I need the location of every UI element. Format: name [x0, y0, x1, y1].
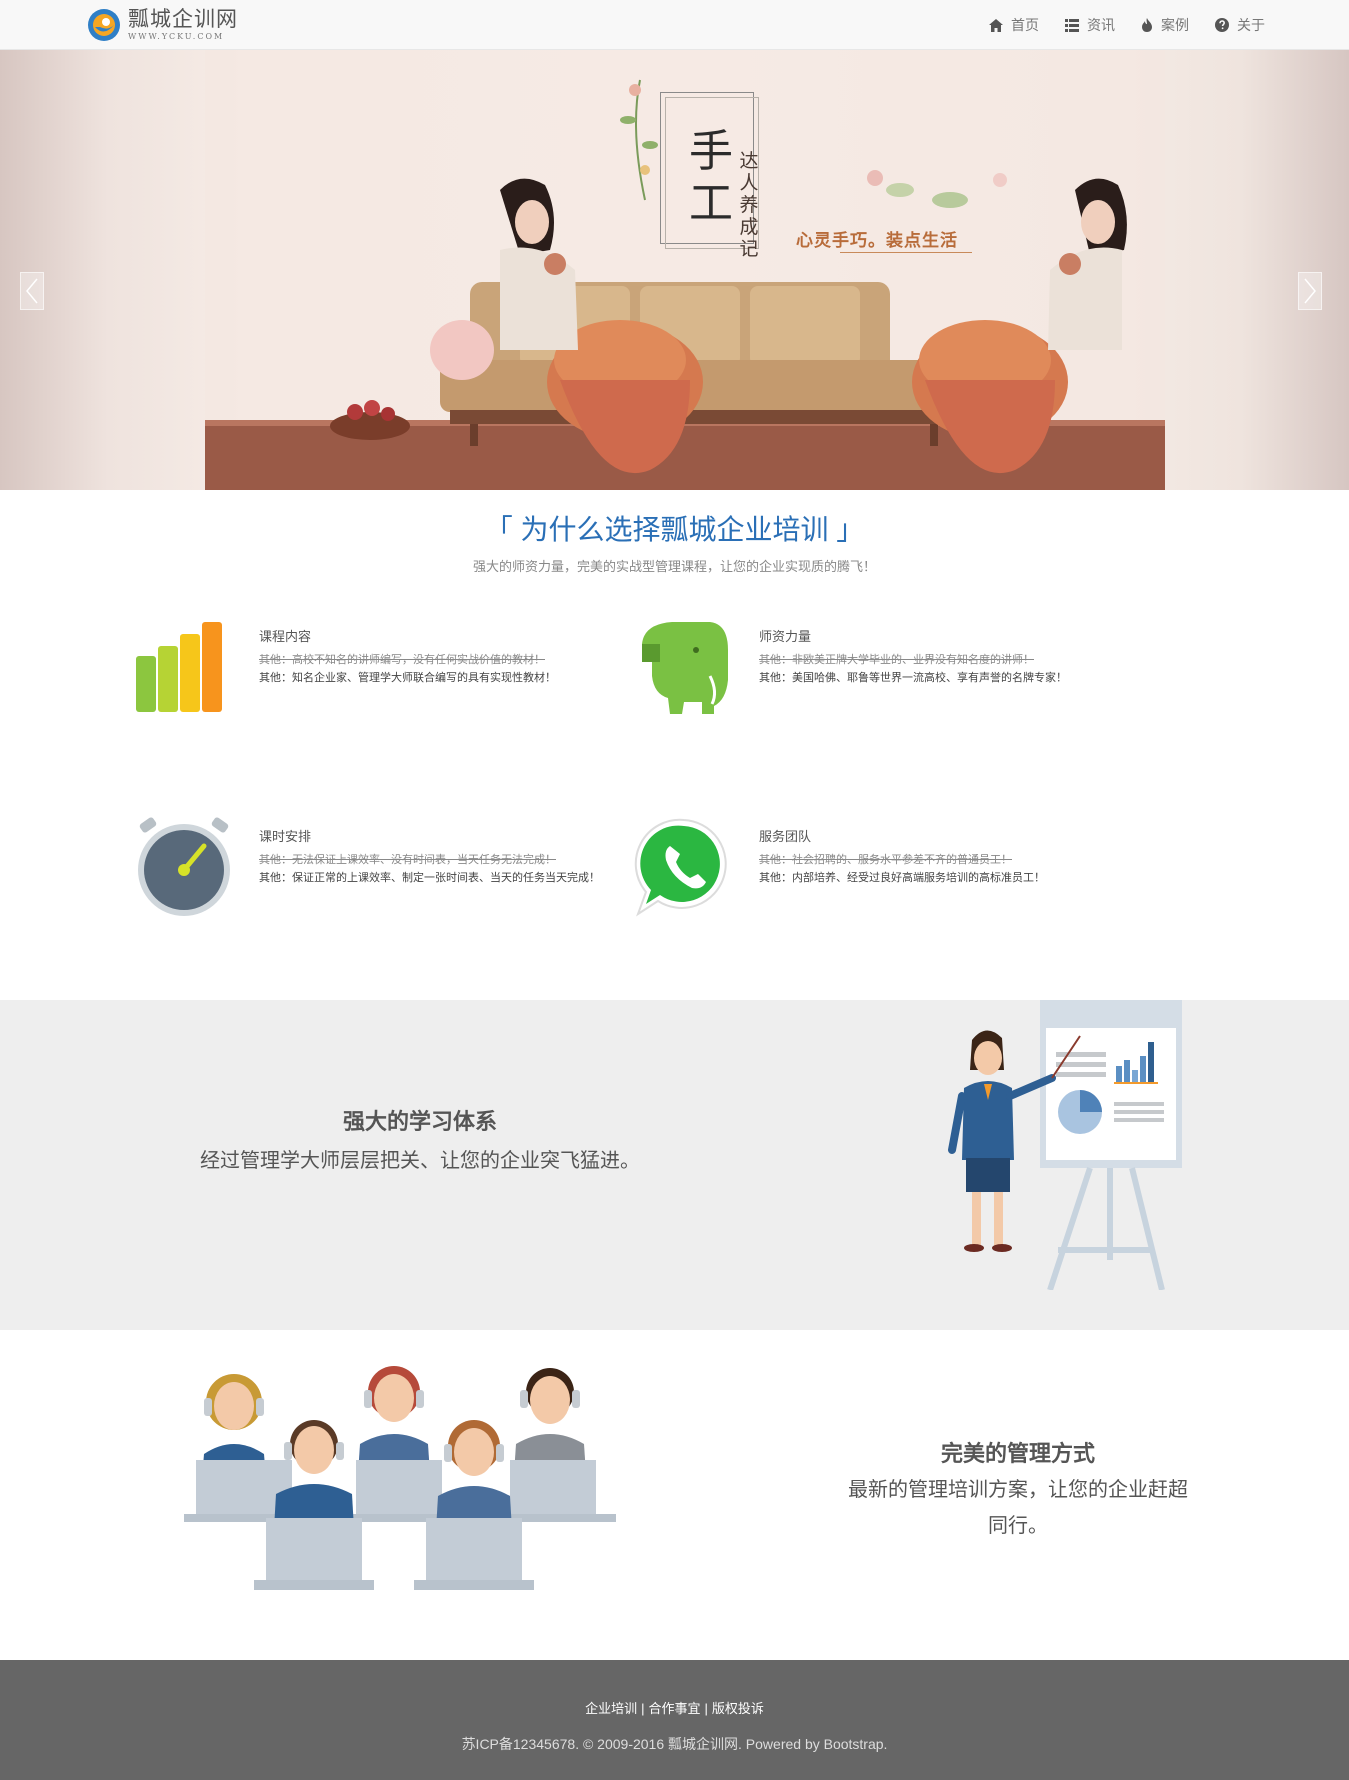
feature-desc: 其他：内部培养、经受过良好高端服务培训的高标准员工！ [759, 872, 1045, 884]
footer-separator: | [704, 1701, 708, 1716]
bar-chart-icon [136, 622, 222, 712]
feature-service-team: 服务团队 其他：社会招聘的、服务水平参差不齐的普通员工！ 其他：内部培养、经受过… [632, 816, 1112, 926]
footer-link-training[interactable]: 企业培训 [585, 1701, 637, 1716]
hero-carousel: 手工 达人养成记 心灵手巧。装点生活 [0, 50, 1349, 490]
feature-desc: 其他：美国哈佛、耶鲁等世界一流高校、享有声誉的名牌专家！ [759, 672, 1067, 684]
nav-label-cases: 案例 [1161, 17, 1189, 33]
management-title: 完美的管理方式 [940, 1441, 1095, 1466]
brand-text: 瓢城企训网 WWW.YCKU.COM [128, 9, 238, 41]
fire-icon [1142, 18, 1152, 32]
feature-teachers: 师资力量 其他：非欧美正牌大学毕业的、业界没有知名度的讲师！ 其他：美国哈佛、耶… [632, 616, 1112, 726]
carousel-prev-button[interactable] [20, 272, 44, 310]
footer-link-copyright-complaint[interactable]: 版权投诉 [712, 1701, 764, 1716]
system-desc: 经过管理学大师层层把关、让您的企业突飞猛进。 [200, 1150, 640, 1172]
elephant-icon [642, 622, 728, 714]
main-nav: 首页 资讯 案例 关于 [963, 0, 1265, 50]
system-title: 强大的学习体系 [342, 1109, 497, 1134]
banner-slogan: 心灵手巧。装点生活 [796, 231, 958, 251]
chevron-right-icon [1304, 278, 1316, 304]
nav-item-home[interactable]: 首页 [989, 15, 1039, 35]
brand-name: 瓢城企训网 [128, 8, 238, 31]
banner-title-main: 手工 [689, 126, 733, 229]
feature-strike-text: 其他：高校不知名的讲师编写，没有任何实战价值的教材！ [259, 654, 545, 666]
feature-title: 师资力量 [759, 629, 812, 644]
feature-strike-text: 其他：非欧美正牌大学毕业的、业界没有知名度的讲师！ [759, 654, 1034, 666]
home-icon [989, 18, 1003, 32]
feature-strike-text: 其他：无法保证上课效率、没有时间表，当天任务无法完成！ [259, 854, 556, 866]
chevron-left-icon [26, 278, 38, 304]
footer-link-cooperation[interactable]: 合作事宜 [648, 1701, 700, 1716]
banner-title-sub: 达人养成记 [739, 150, 759, 260]
presenter-illustration [948, 1000, 1182, 1290]
footer-copyright: 苏ICP备12345678. © 2009-2016 瓢城企训网. Powere… [461, 1736, 888, 1752]
brand-logo-icon [88, 9, 120, 41]
management-desc: 最新的管理培训方案，让您的企业赶超同行。 [848, 1479, 1188, 1537]
nav-item-about[interactable]: 关于 [1215, 15, 1265, 35]
learning-system-section: 强大的学习体系 经过管理学大师层层把关、让您的企业突飞猛进。 [0, 1000, 1349, 1330]
feature-strike-text: 其他：社会招聘的、服务水平参差不齐的普通员工！ [759, 854, 1012, 866]
feature-desc: 其他：知名企业家、管理学大师联合编写的具有实现性教材！ [259, 672, 556, 684]
list-icon [1065, 18, 1079, 32]
nav-label-about: 关于 [1237, 17, 1265, 33]
footer-separator: | [641, 1701, 645, 1716]
navbar: 瓢城企训网 WWW.YCKU.COM 首页 资讯 案例 关于 [0, 0, 1349, 50]
nav-label-home: 首页 [1011, 17, 1039, 33]
stopwatch-icon [138, 817, 230, 916]
carousel-next-button[interactable] [1298, 272, 1322, 310]
call-center-illustration [184, 1366, 616, 1590]
nav-item-cases[interactable]: 案例 [1141, 15, 1189, 35]
feature-title: 服务团队 [759, 829, 812, 844]
brand-url: WWW.YCKU.COM [128, 32, 225, 41]
feature-title: 课时安排 [259, 829, 312, 844]
banner-divider [840, 252, 972, 253]
feature-title: 课程内容 [259, 629, 312, 644]
feature-schedule: 课时安排 其他：无法保证上课效率、没有时间表，当天任务无法完成！ 其他：保证正常… [132, 816, 612, 926]
footer-links: 企业培训 | 合作事宜 | 版权投诉 [0, 1698, 1349, 1717]
brand-link[interactable]: 瓢城企训网 WWW.YCKU.COM [86, 6, 238, 44]
why-section-title: 「 为什么选择瓢城企业培训 」 [484, 514, 865, 545]
footer: 企业培训 | 合作事宜 | 版权投诉 苏ICP备12345678. © 2009-201… [0, 1660, 1349, 1780]
nav-label-news: 资讯 [1087, 17, 1115, 33]
why-section-subtitle: 强大的师资力量，完美的实战型管理课程，让您的企业实现质的腾飞！ [472, 559, 876, 574]
nav-item-news[interactable]: 资讯 [1065, 15, 1115, 35]
phone-chat-icon [634, 818, 727, 917]
feature-course-content: 课程内容 其他：高校不知名的讲师编写，没有任何实战价值的教材！ 其他：知名企业家… [132, 616, 612, 726]
feature-desc: 其他：保证正常的上课效率、制定一张时间表、当天的任务当天完成！ [259, 872, 600, 884]
question-circle-icon [1215, 18, 1229, 32]
